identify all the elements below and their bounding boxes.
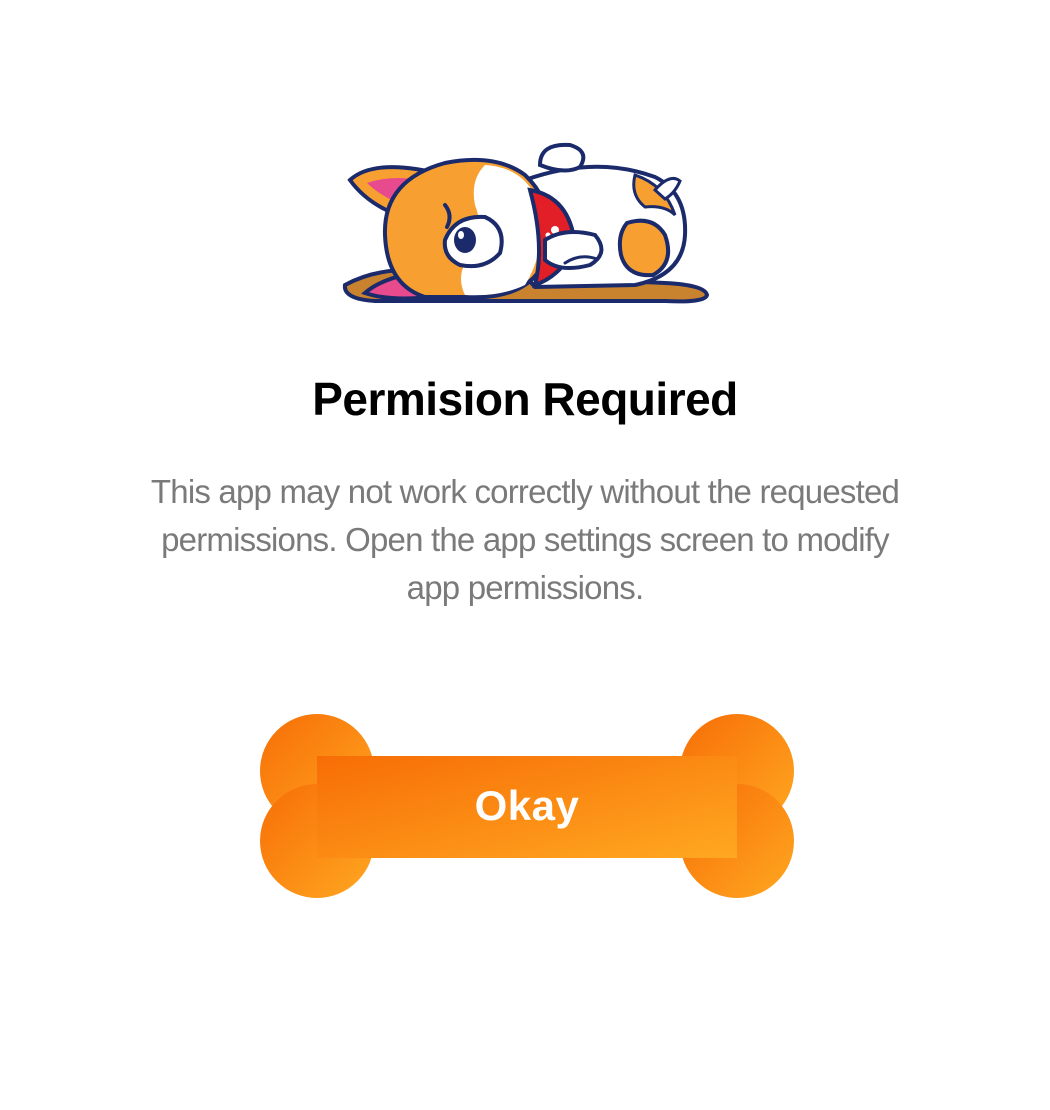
permission-dialog: Permision Required This app may not work…: [0, 0, 1050, 1110]
okay-button-label: Okay: [474, 782, 580, 829]
dialog-title: Permision Required: [312, 373, 738, 425]
okay-button[interactable]: Okay: [258, 710, 796, 902]
sleeping-corgi-icon: [335, 135, 720, 310]
dialog-message: This app may not work correctly without …: [150, 473, 900, 606]
